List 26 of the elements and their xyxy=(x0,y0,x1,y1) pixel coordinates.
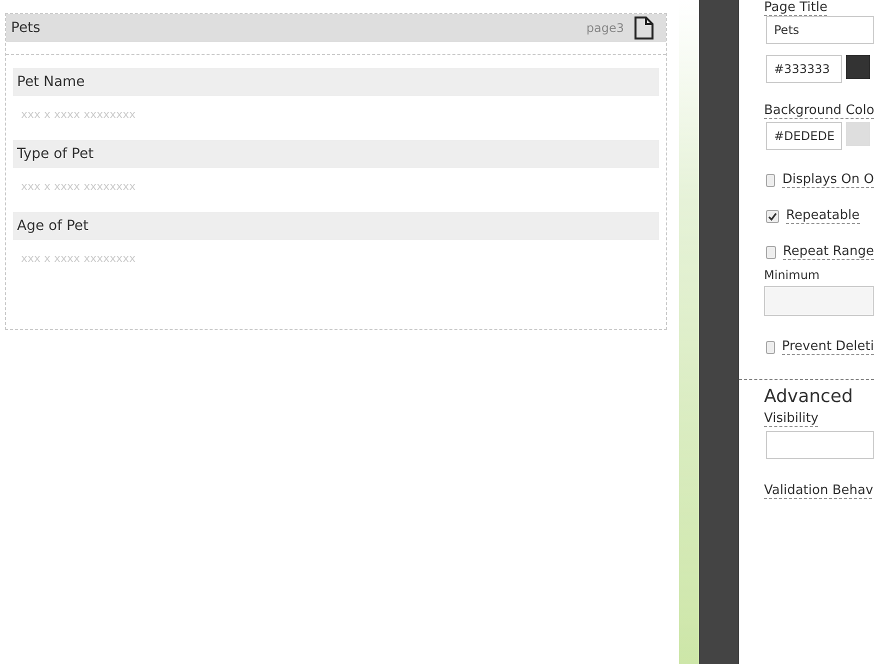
input-field[interactable]: Pets xyxy=(766,16,874,44)
option-label: Repeat Range xyxy=(782,244,874,260)
checkbox[interactable] xyxy=(766,340,775,354)
field-label: Type of Pet xyxy=(13,140,659,168)
field-label: Visibility xyxy=(764,411,818,427)
color-field[interactable]: #DEDEDE xyxy=(766,122,842,150)
checkbox[interactable] xyxy=(766,174,776,186)
input-field[interactable] xyxy=(766,431,874,459)
document-icon[interactable] xyxy=(634,16,654,40)
page-id: page3 xyxy=(586,21,624,35)
field-label: Pet Name xyxy=(13,68,659,96)
option-label: Displays On O xyxy=(782,172,874,188)
field-label: Background Colo xyxy=(764,103,874,119)
field-label: Age of Pet xyxy=(13,212,659,240)
section-heading: Advanced xyxy=(764,386,854,407)
color-swatch[interactable] xyxy=(846,122,870,146)
minimum-label: Minimum xyxy=(764,268,821,282)
option-label: Prevent Deleti xyxy=(782,339,874,355)
page-title: Pets xyxy=(11,20,42,36)
checkbox[interactable] xyxy=(766,246,776,258)
field-label: Validation Behavi xyxy=(764,483,874,499)
color-swatch[interactable] xyxy=(846,55,870,79)
checkbox[interactable] xyxy=(766,210,779,222)
minimum-field[interactable] xyxy=(764,286,874,316)
option-label: Repeatable xyxy=(786,208,860,224)
color-field[interactable]: #333333 xyxy=(766,55,842,83)
